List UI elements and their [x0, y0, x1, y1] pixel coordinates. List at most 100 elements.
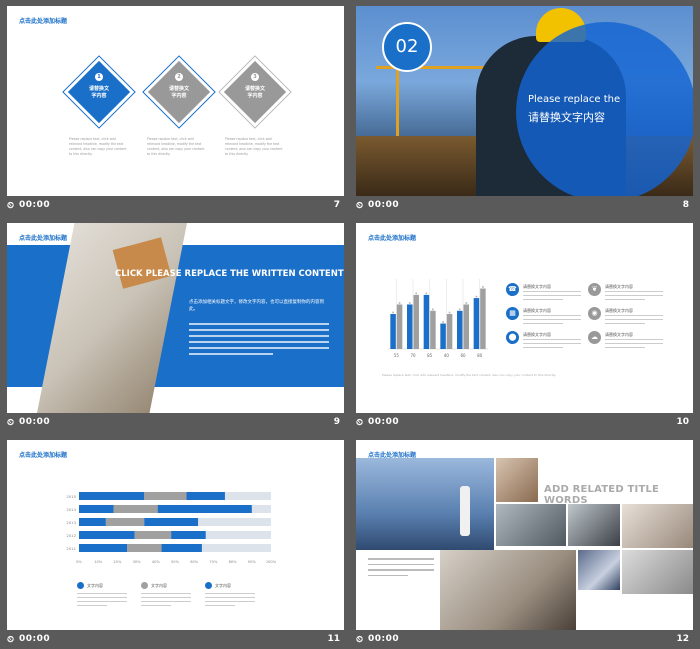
text-line [605, 319, 663, 321]
diamond-label: 请替换文 字内容 [79, 86, 119, 100]
bar-segment [79, 518, 106, 526]
slide-duration: 00:00 [19, 417, 51, 427]
chart-bar [390, 314, 396, 349]
tick-label: 70% [209, 560, 218, 564]
slide-canvas: 02 Please replace the 请替换文字内容 [356, 6, 693, 196]
text-line [189, 347, 329, 349]
slide-canvas: 点击此处添加标题 55 70 85 40 60 80 ☎ 请替换文字内容 ❦ 请替换文字内容 ▦ 请… [356, 223, 693, 413]
pin-icon: ◉ [588, 307, 601, 320]
legend-swatch [77, 582, 84, 589]
clock-icon: ⏲ [356, 418, 364, 428]
text-line [605, 315, 663, 317]
feature-item: ☎ 请替换文字内容 [506, 283, 586, 305]
bar-segment [171, 531, 206, 539]
text-line [523, 299, 563, 301]
laptop-photo [568, 504, 620, 546]
text-line [205, 593, 255, 595]
location-icon: ⬤ [506, 331, 519, 344]
feature-label: 请替换文字内容 [605, 308, 633, 313]
tick-label: 55 [394, 353, 400, 358]
category-label: 2013 [66, 520, 76, 525]
bar-segment [127, 544, 162, 552]
category-label: 2011 [66, 546, 76, 551]
legend-swatch [141, 582, 148, 589]
clock-icon: ⏲ [356, 201, 364, 211]
chart-bar [463, 304, 469, 349]
feature-label: 请替换文字内容 [523, 332, 551, 337]
tick-label: 50% [171, 560, 180, 564]
item-caption: Please replace text, click add relevant … [147, 137, 205, 156]
text-line [368, 569, 434, 571]
chart-legend: 文字内容 文字内容 文字内容 [77, 582, 277, 622]
slide-canvas: 点击此处添加标题 1 2 3 请替换文 字内容 请替换文 字内容 请替换文 字内… [7, 6, 344, 196]
chart-bar [430, 310, 436, 349]
calendar-icon: ▦ [506, 307, 519, 320]
bar-segment [79, 492, 145, 500]
bar-segment [79, 505, 114, 513]
text-line [605, 339, 663, 341]
slide-duration: 00:00 [368, 634, 400, 644]
body-text-block [368, 558, 434, 576]
tick-label: 40 [444, 353, 450, 358]
slide-number: 7 [333, 200, 340, 210]
bar-segment [144, 518, 199, 526]
feature-item: ❦ 请替换文字内容 [588, 283, 668, 305]
clock-icon: ⏲ [7, 635, 15, 645]
text-line [141, 597, 191, 599]
slide-title: 点击此处添加标题 [19, 18, 68, 25]
laptop-hands-photo [440, 550, 576, 630]
feature-item: ◉ 请替换文字内容 [588, 307, 668, 329]
light-photo [578, 550, 620, 590]
body-text-block [189, 323, 329, 355]
bar-segment [161, 544, 202, 552]
laptop-photo [496, 504, 566, 546]
text-line [523, 343, 581, 345]
chart-bar [480, 288, 486, 349]
feature-label: 请替换文字内容 [605, 284, 633, 289]
typing-photo [622, 504, 693, 548]
text-line [605, 323, 645, 325]
step-badge: 1 [95, 73, 103, 81]
text-line [368, 563, 434, 565]
item-caption: Please replace text, click add relevant … [69, 137, 127, 156]
text-line [368, 574, 408, 576]
slide-canvas: 点击此处添加标题 CLICK PLEASE REPLACE THE WRITTE… [7, 223, 344, 413]
tick-label: 80% [229, 560, 238, 564]
step-badge: 3 [251, 73, 259, 81]
bar-marker [448, 311, 451, 314]
text-line [77, 605, 107, 607]
feature-item: ☁ 请替换文字内容 [588, 331, 668, 353]
tick-label: 10% [94, 560, 103, 564]
slide-title: 点击此处添加标题 [19, 235, 68, 242]
chart-bar [423, 294, 430, 349]
section-number-badge: 02 [382, 22, 432, 72]
category-label: 2012 [66, 533, 76, 538]
engineer-shape [460, 486, 470, 536]
label-line: 请替换文 [88, 86, 109, 92]
slide-footer: ⏲ 00:00 10 [356, 417, 693, 431]
text-line [205, 601, 255, 603]
slide-canvas: 点击此处添加标题 ADD RELATED TITLE WORDS [356, 440, 693, 630]
heading-en: Please replace the [528, 94, 621, 105]
chart-bar [396, 304, 403, 349]
phone-icon: ☎ [506, 283, 519, 296]
label-line: 请替换文 [168, 86, 189, 92]
text-line [141, 605, 171, 607]
chart-bar [473, 298, 480, 349]
feature-grid: ☎ 请替换文字内容 ❦ 请替换文字内容 ▦ 请替换文字内容 ◉ 请替换文字内容 ⬤ 请替换文字内容… [506, 283, 686, 363]
text-line [189, 329, 329, 331]
text-line [605, 299, 645, 301]
slide-number: 9 [333, 417, 340, 427]
tick-label: 80 [477, 353, 483, 358]
text-line [189, 335, 329, 337]
label-line: 字内容 [247, 93, 263, 99]
chart-bar [440, 323, 446, 349]
bar-marker [392, 311, 395, 314]
bar-segment [79, 544, 127, 552]
bar-marker [431, 308, 434, 311]
stacked-bar-chart: 2015 2014 2013 2012 2011 0% 10% 20% 30% 40% 50% 60%… [66, 492, 277, 564]
bar-segment [113, 505, 158, 513]
text-line [523, 347, 563, 349]
label-line: 字内容 [171, 93, 187, 99]
slide-duration: 00:00 [368, 200, 400, 210]
